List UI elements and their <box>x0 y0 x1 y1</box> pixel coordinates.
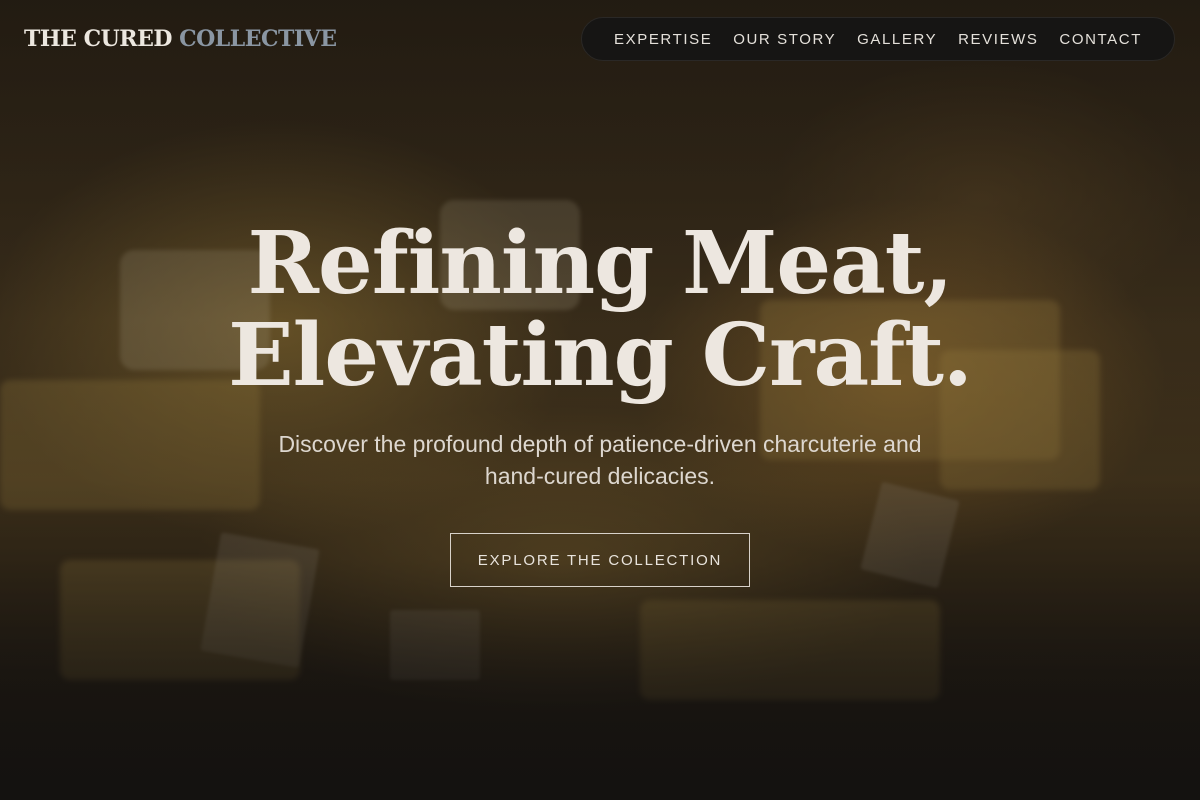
nav-link-gallery[interactable]: GALLERY <box>857 31 937 48</box>
hero-headline-line-2: Elevating Craft. <box>228 305 973 406</box>
brand-name-accent: COLLECTIVE <box>179 26 337 52</box>
brand-name-main: THE CURED <box>24 26 172 52</box>
hero-headline-line-1: Refining Meat, <box>247 213 954 314</box>
explore-collection-button[interactable]: EXPLORE THE COLLECTION <box>450 533 750 587</box>
nav-link-contact[interactable]: CONTACT <box>1059 31 1142 48</box>
brand-logo[interactable]: THE CURED COLLECTIVE <box>24 26 337 52</box>
nav-link-our-story[interactable]: OUR STORY <box>733 31 836 48</box>
nav-link-expertise[interactable]: EXPERTISE <box>614 31 712 48</box>
hero-subtitle: Discover the profound depth of patience-… <box>278 431 922 489</box>
hero-section: THE CURED COLLECTIVE EXPERTISE OUR STORY… <box>0 0 1200 800</box>
hero-headline: Refining Meat, Elevating Craft. <box>0 218 1200 402</box>
nav-link-reviews[interactable]: REVIEWS <box>958 31 1038 48</box>
main-navigation: EXPERTISE OUR STORY GALLERY REVIEWS CONT… <box>581 17 1175 61</box>
